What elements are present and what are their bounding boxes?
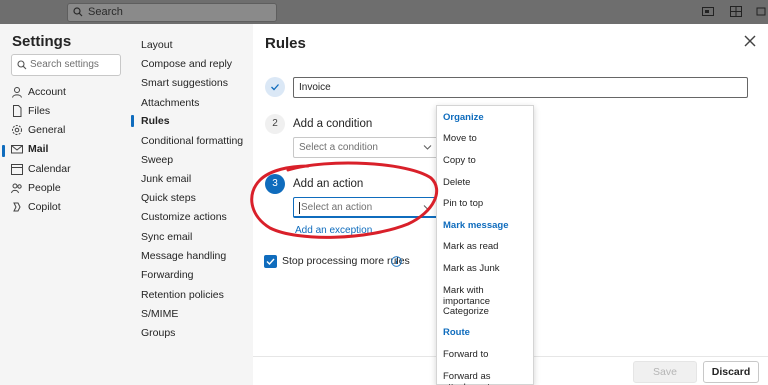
meet-now-icon[interactable]: [702, 6, 714, 17]
settings-search-placeholder: Search settings: [30, 59, 99, 70]
settings-title: Settings: [12, 33, 72, 50]
gear-icon: [12, 125, 22, 135]
menu-item-mark-as-junk[interactable]: Mark as Junk: [443, 263, 500, 274]
section-rules[interactable]: Rules: [141, 114, 170, 128]
nav-item-label: Mail: [28, 143, 49, 155]
section-sweep[interactable]: Sweep: [141, 153, 173, 167]
checkmark-icon: [266, 258, 275, 266]
add-condition-label: Add a condition: [293, 118, 373, 130]
nav-item-label: Calendar: [28, 163, 71, 175]
mail-sections-panel: Layout Compose and reply Smart suggestio…: [130, 24, 253, 385]
section-smime[interactable]: S/MIME: [141, 307, 178, 321]
condition-select-placeholder: Select a condition: [299, 142, 378, 153]
nav-item-calendar[interactable]: Calendar: [11, 160, 71, 178]
nav-item-label: Files: [28, 105, 51, 117]
person-icon: [12, 87, 22, 98]
section-conditional-formatting[interactable]: Conditional formatting: [141, 134, 243, 148]
nav-item-label: Copilot: [28, 201, 61, 213]
info-icon[interactable]: [391, 256, 402, 267]
calendar-icon: [11, 164, 23, 175]
section-retention-policies[interactable]: Retention policies: [141, 288, 224, 302]
chevron-down-icon: [423, 205, 432, 210]
step-1-complete: [265, 77, 285, 97]
section-attachments[interactable]: Attachments: [141, 96, 199, 110]
checkmark-icon: [271, 84, 279, 91]
settings-search-input[interactable]: Search settings: [11, 54, 121, 76]
menu-item-pin-to-top[interactable]: Pin to top: [443, 198, 483, 209]
menu-item-move-to[interactable]: Move to: [443, 133, 477, 144]
rules-title: Rules: [265, 35, 306, 52]
active-section-indicator: [131, 115, 134, 127]
add-action-label: Add an action: [293, 178, 364, 190]
section-quick-steps[interactable]: Quick steps: [141, 191, 196, 205]
section-groups[interactable]: Groups: [141, 326, 175, 340]
section-customize-actions[interactable]: Customize actions: [141, 210, 227, 224]
menu-item-categorize[interactable]: Categorize: [443, 306, 489, 317]
action-dropdown-menu: Organize Move to Copy to Delete Pin to t…: [436, 105, 534, 385]
chevron-down-icon: [423, 145, 432, 150]
condition-select[interactable]: Select a condition: [293, 137, 438, 158]
global-search-box[interactable]: Search: [67, 3, 277, 22]
section-junk-email[interactable]: Junk email: [141, 172, 191, 186]
step-2-number: 2: [265, 114, 285, 134]
menu-group-organize: Organize: [443, 112, 484, 123]
rule-name-input[interactable]: Invoice: [293, 77, 748, 98]
menu-item-forward-to[interactable]: Forward to: [443, 349, 488, 360]
step-3-number: 3: [265, 174, 285, 194]
section-message-handling[interactable]: Message handling: [141, 249, 226, 263]
action-select[interactable]: Select an action: [293, 197, 438, 218]
nav-item-files[interactable]: Files: [11, 102, 50, 120]
menu-item-delete[interactable]: Delete: [443, 177, 470, 188]
menu-group-mark-message: Mark message: [443, 220, 509, 231]
nav-item-label: Account: [28, 86, 66, 98]
nav-item-mail[interactable]: Mail: [11, 140, 48, 158]
close-icon[interactable]: [742, 33, 758, 49]
nav-item-general[interactable]: General: [11, 121, 65, 139]
menu-group-route: Route: [443, 327, 470, 338]
text-caret: [299, 202, 300, 214]
more-icon[interactable]: [756, 6, 766, 17]
global-search-placeholder: Search: [88, 6, 123, 18]
nav-item-label: People: [28, 182, 61, 194]
office-apps-icon[interactable]: [730, 6, 742, 17]
section-smart-suggestions[interactable]: Smart suggestions: [141, 76, 228, 90]
discard-button[interactable]: Discard: [703, 361, 759, 383]
active-nav-indicator: [2, 145, 5, 157]
settings-panel: Settings Search settings Account Files G…: [0, 24, 130, 385]
add-exception-link[interactable]: Add an exception: [295, 225, 372, 236]
mail-icon: [11, 145, 23, 154]
menu-item-mark-as-read[interactable]: Mark as read: [443, 241, 498, 252]
file-icon: [13, 105, 22, 117]
menu-item-copy-to[interactable]: Copy to: [443, 155, 476, 166]
nav-item-copilot[interactable]: Copilot: [11, 198, 61, 216]
menu-item-forward-as-attachment[interactable]: Forward as attachment: [443, 371, 533, 385]
search-icon: [73, 7, 83, 17]
people-icon: [11, 183, 22, 194]
save-button[interactable]: Save: [633, 361, 697, 383]
nav-item-label: General: [28, 124, 66, 136]
section-compose-and-reply[interactable]: Compose and reply: [141, 57, 232, 71]
section-layout[interactable]: Layout: [141, 38, 173, 52]
menu-item-mark-with-importance[interactable]: Mark with importance: [443, 285, 533, 307]
search-icon: [17, 60, 27, 70]
nav-item-account[interactable]: Account: [11, 83, 66, 101]
copilot-icon: [13, 202, 21, 212]
section-sync-email[interactable]: Sync email: [141, 230, 192, 244]
section-forwarding[interactable]: Forwarding: [141, 268, 194, 282]
action-select-placeholder: Select an action: [301, 202, 373, 213]
top-bar: Search: [0, 0, 768, 24]
stop-processing-checkbox[interactable]: [264, 255, 277, 268]
nav-item-people[interactable]: People: [11, 179, 61, 197]
